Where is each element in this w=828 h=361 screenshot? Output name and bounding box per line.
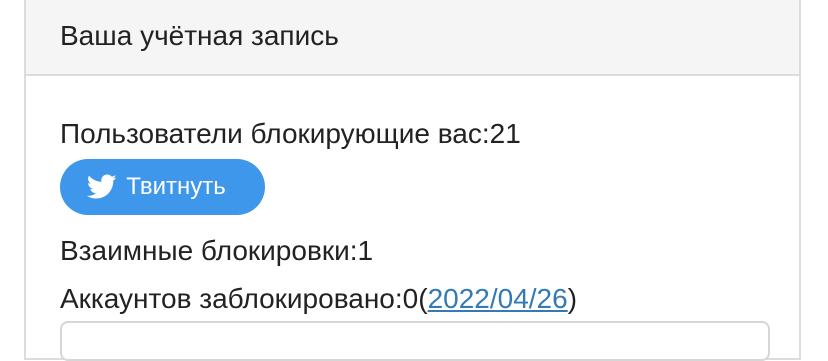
- panel-title: Ваша учётная запись: [60, 20, 339, 51]
- blockers-label: Пользователи блокирующие вас:: [60, 118, 490, 149]
- text-input-box[interactable]: [60, 321, 770, 361]
- blockers-count: 21: [489, 118, 521, 149]
- panel-header: Ваша учётная запись: [26, 0, 799, 76]
- twitter-bird-icon: [87, 174, 117, 199]
- mutual-blocks-stat: Взаимные блокировки:1: [60, 237, 373, 265]
- blocked-label: Аккаунтов заблокировано:: [60, 283, 403, 314]
- tweet-button-label: Твитнуть: [126, 173, 226, 200]
- blocked-accounts-stat: Аккаунтов заблокировано:0(2022/04/26): [60, 285, 577, 313]
- paren-open: (: [418, 283, 428, 314]
- blocked-date-link[interactable]: 2022/04/26: [428, 283, 568, 314]
- blocked-count: 0: [402, 283, 419, 314]
- blockers-stat: Пользователи блокирующие вас:21: [60, 120, 521, 148]
- mutual-count: 1: [357, 235, 374, 266]
- account-panel: Ваша учётная запись Пользователи блокиру…: [24, 0, 801, 361]
- tweet-button[interactable]: Твитнуть: [60, 159, 265, 215]
- mutual-label: Взаимные блокировки:: [60, 235, 358, 266]
- paren-close: ): [567, 283, 578, 314]
